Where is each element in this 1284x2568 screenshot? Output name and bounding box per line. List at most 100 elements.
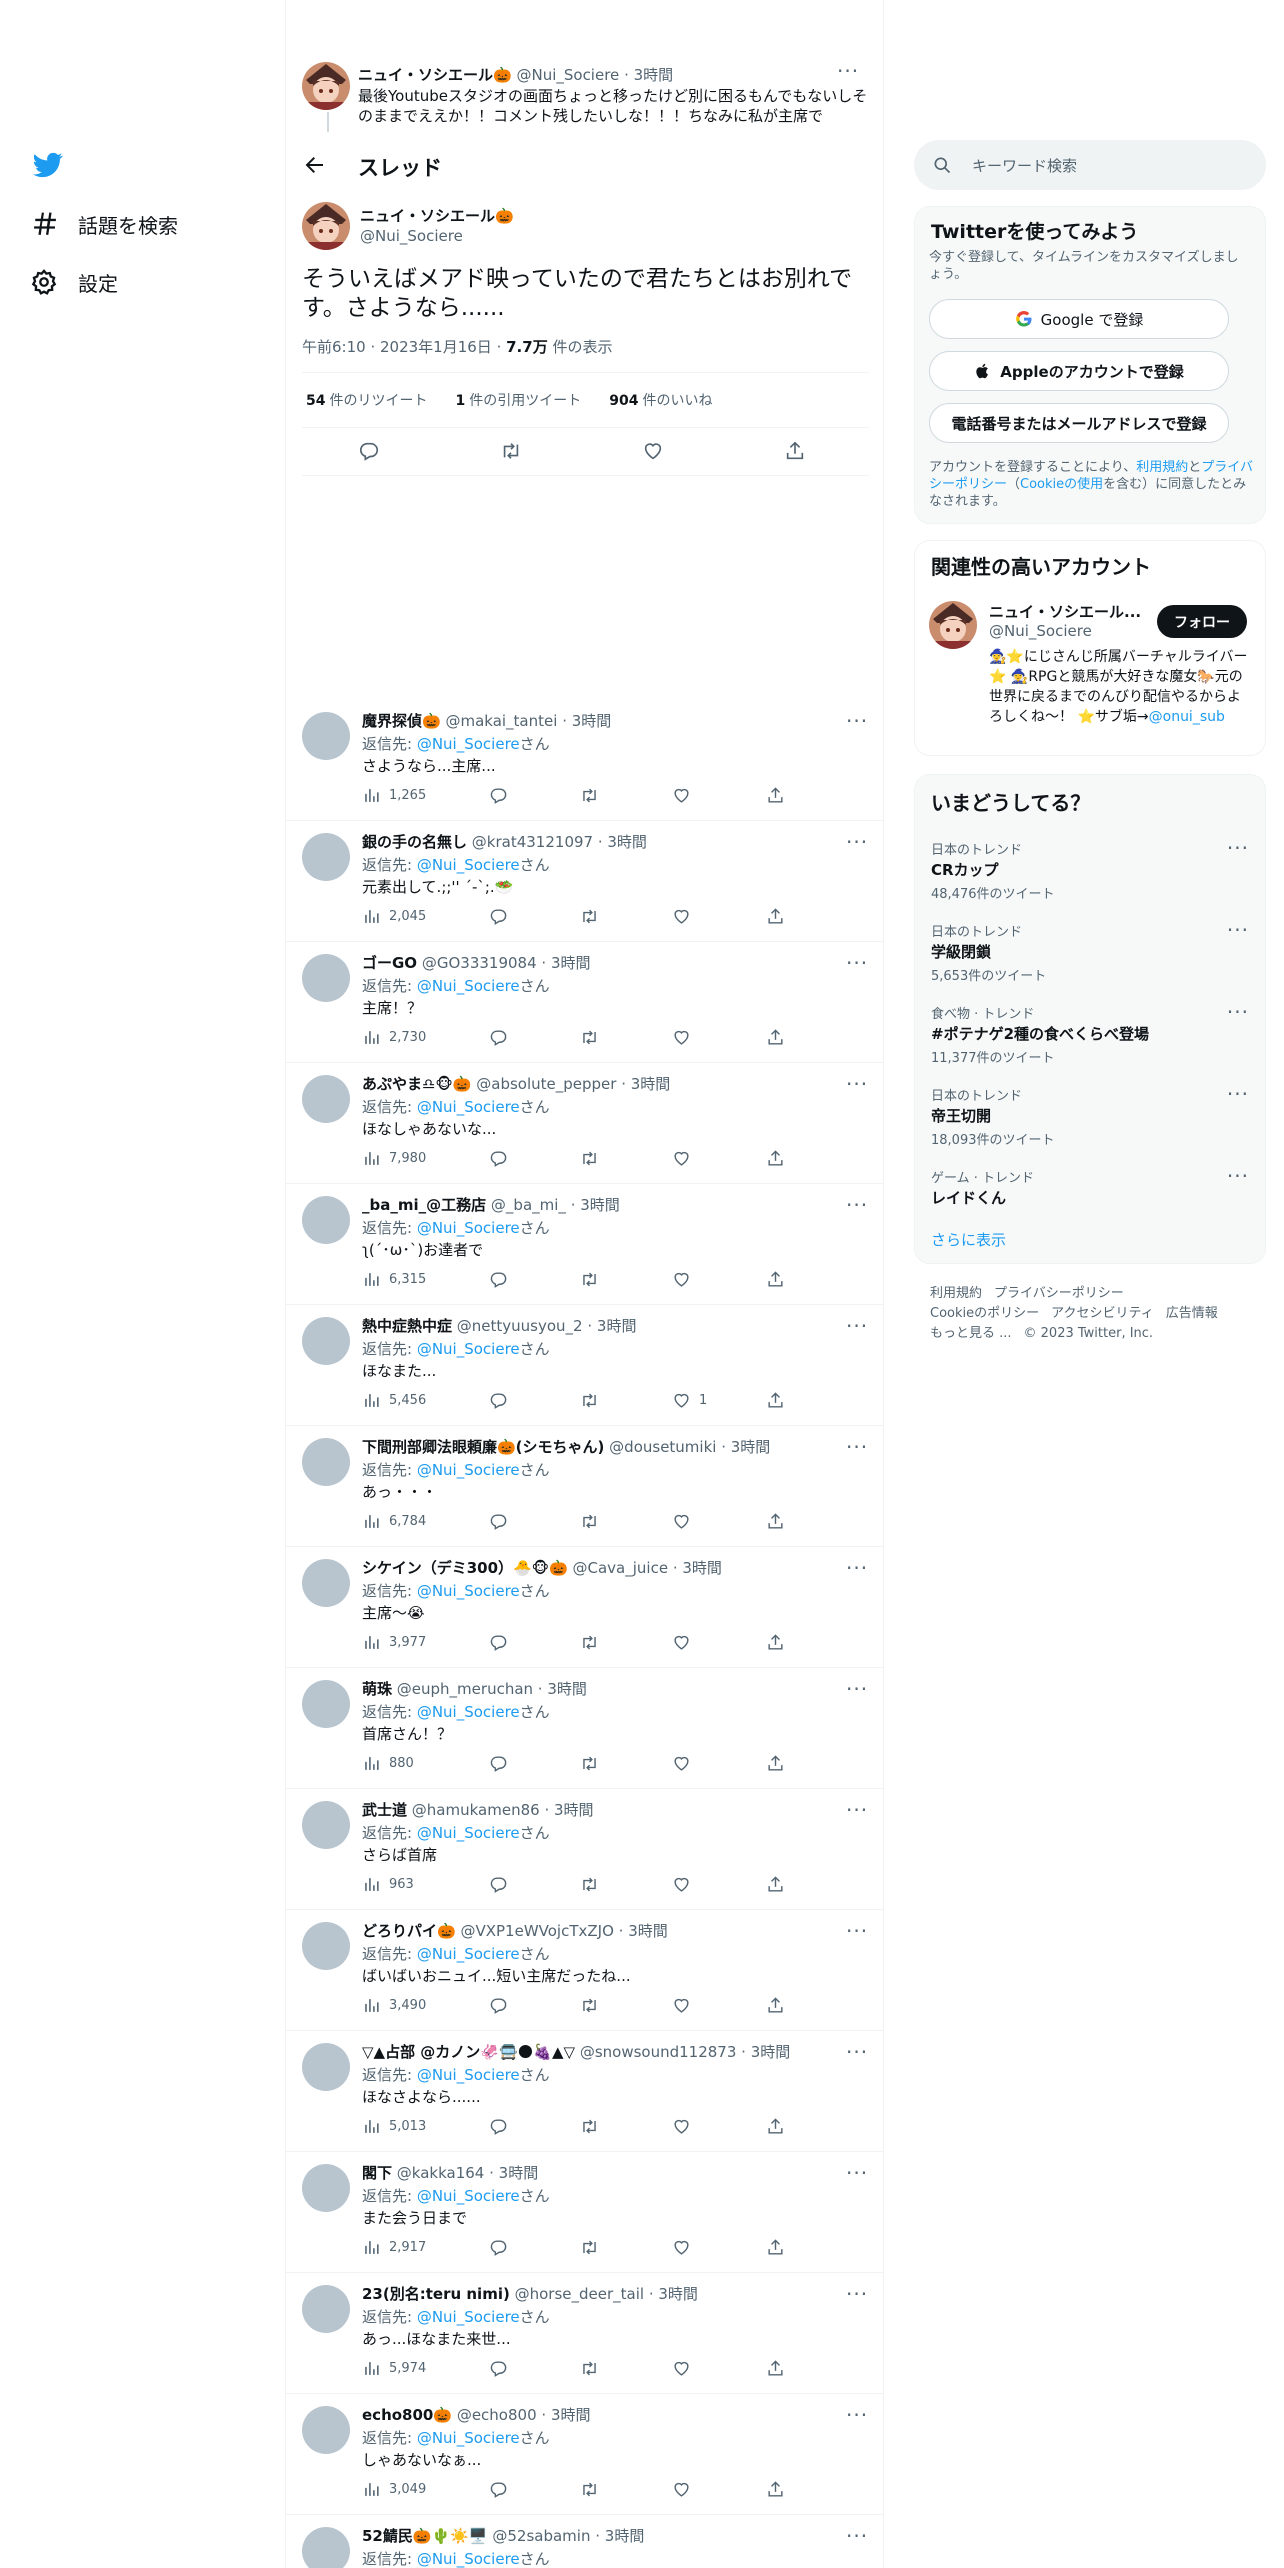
author-handle[interactable]: @nettyuusyou_2 (457, 1317, 583, 1335)
mention-link[interactable]: @Nui_Sociere (417, 977, 520, 995)
avatar[interactable] (302, 1801, 350, 1849)
retweet-button[interactable] (580, 1389, 607, 1411)
tweet-time[interactable]: 3時間 (682, 1559, 722, 1577)
like-button[interactable] (672, 1994, 699, 2016)
author-name[interactable]: 23(別名:teru nimi) (362, 2285, 510, 2303)
retweet-button[interactable] (580, 1147, 607, 1169)
share-button[interactable] (766, 1268, 793, 1290)
views-button[interactable]: 963 (362, 1873, 414, 1895)
author-handle[interactable]: @VXP1eWVojcTxZJO (460, 1922, 613, 1940)
related-account-name[interactable]: ニュイ・ソシエール... (989, 601, 1141, 622)
author-handle[interactable]: @hamukamen86 (412, 1801, 540, 1819)
share-button[interactable] (766, 784, 793, 806)
reply-tweet[interactable]: 熱中症熱中症 @nettyuusyou_2 · 3時間 ··· 返信先: @Nui_… (286, 1305, 883, 1426)
views-button[interactable]: 1,265 (362, 784, 426, 806)
more-icon[interactable]: ··· (846, 953, 868, 973)
views-button[interactable]: 3,490 (362, 1994, 426, 2016)
reply-button[interactable] (489, 2236, 516, 2258)
author-handle[interactable]: @horse_deer_tail (515, 2285, 644, 2303)
tweet-time[interactable]: 3時間 (751, 2043, 791, 2061)
like-button[interactable] (672, 2236, 699, 2258)
share-button[interactable] (766, 2236, 793, 2258)
author-name[interactable]: 武士道 (362, 1801, 407, 1819)
author-name[interactable]: 萌珠 (362, 1680, 392, 1698)
retweet-button[interactable] (580, 1268, 607, 1290)
like-button[interactable] (672, 905, 699, 927)
footer-privacy-link[interactable]: プライバシーポリシー (994, 1286, 1124, 1301)
retweet-button[interactable] (580, 1631, 607, 1653)
like-button[interactable] (672, 1873, 699, 1895)
like-button[interactable] (642, 440, 666, 464)
author-name[interactable]: ▽▲占部 @カノン🦑🚍🌑🍇▲▽ (362, 2043, 575, 2061)
related-account-handle[interactable]: @Nui_Sociere (989, 622, 1092, 640)
mention-link[interactable]: @Nui_Sociere (417, 2308, 520, 2326)
reply-tweet[interactable]: 23(別名:teru nimi) @horse_deer_tail · 3時間 ·… (286, 2273, 883, 2394)
tweet-time[interactable]: 3時間 (572, 712, 612, 730)
author-name[interactable]: 銀の手の名無し (362, 833, 467, 851)
avatar[interactable] (302, 2406, 350, 2454)
share-button[interactable] (766, 1510, 793, 1532)
tweet-time[interactable]: 3時間 (554, 1801, 594, 1819)
retweet-stat[interactable]: 54 件のリツイート (306, 390, 427, 410)
parent-tweet[interactable]: ニュイ・ソシエール🎃 @Nui_Sociere · 3時間 ··· 最後Yout… (302, 62, 869, 144)
author-handle[interactable]: @snowsound112873 (580, 2043, 737, 2061)
retweet-button[interactable] (580, 2115, 607, 2137)
more-icon[interactable]: ··· (1227, 920, 1249, 940)
views-button[interactable]: 880 (362, 1752, 414, 1774)
more-icon[interactable]: ··· (846, 2526, 868, 2546)
share-button[interactable] (784, 440, 808, 464)
share-button[interactable] (766, 1873, 793, 1895)
share-button[interactable] (766, 1389, 793, 1411)
author-name[interactable]: シケイン（デミ300）🐣🐵🎃 (362, 1559, 568, 1577)
reply-tweet[interactable]: ▽▲占部 @カノン🦑🚍🌑🍇▲▽ @snowsound112873 · 3時間 ··… (286, 2031, 883, 2152)
footer-more-link[interactable]: もっと見る ... (930, 1326, 1012, 1341)
mention-link[interactable]: @Nui_Sociere (417, 1219, 520, 1237)
tweet-time[interactable]: 3時間 (658, 2285, 698, 2303)
avatar[interactable] (302, 1196, 350, 1244)
tweet-time[interactable]: 3時間 (605, 2527, 645, 2545)
nav-explore[interactable]: 話題を検索 (30, 204, 178, 244)
reply-button[interactable] (489, 2478, 516, 2500)
more-icon[interactable]: ··· (846, 711, 868, 731)
twitter-logo-icon[interactable] (30, 150, 66, 180)
like-button[interactable] (672, 1631, 699, 1653)
author-name[interactable]: 下間刑部卿法眼頼廉🎃(シモちゃん) (362, 1438, 604, 1456)
avatar[interactable] (302, 2043, 350, 2091)
share-button[interactable] (766, 1147, 793, 1169)
retweet-button[interactable] (580, 784, 607, 806)
avatar[interactable] (302, 2164, 350, 2212)
reply-button[interactable] (358, 440, 382, 464)
author-handle[interactable]: @GO33319084 (422, 954, 537, 972)
author-handle[interactable]: @_ba_mi_ (491, 1196, 566, 1214)
reply-button[interactable] (489, 2357, 516, 2379)
avatar[interactable] (302, 1680, 350, 1728)
mention-link[interactable]: @Nui_Sociere (417, 2066, 520, 2084)
reply-button[interactable] (489, 905, 516, 927)
reply-tweet[interactable]: 下間刑部卿法眼頼廉🎃(シモちゃん) @dousetumiki · 3時間 ··· 返… (286, 1426, 883, 1547)
more-icon[interactable]: ··· (846, 1437, 868, 1457)
reply-button[interactable] (489, 1752, 516, 1774)
avatar[interactable] (302, 712, 350, 760)
retweet-button[interactable] (500, 440, 524, 464)
reply-button[interactable] (489, 2115, 516, 2137)
back-arrow-icon[interactable] (302, 153, 326, 177)
like-button[interactable] (672, 784, 699, 806)
avatar[interactable] (302, 2285, 350, 2333)
share-button[interactable] (766, 2115, 793, 2137)
reply-tweet[interactable]: 萌珠 @euph_meruchan · 3時間 ··· 返信先: @Nui_Soci… (286, 1668, 883, 1789)
share-button[interactable] (766, 2478, 793, 2500)
footer-accessibility-link[interactable]: アクセシビリティ (1051, 1306, 1154, 1321)
reply-tweet[interactable]: 魔界探偵🎃 @makai_tantei · 3時間 ··· 返信先: @Nui_So… (286, 700, 883, 821)
more-icon[interactable]: ··· (846, 1921, 868, 1941)
trend-item[interactable]: 日本のトレンド CRカップ 48,476件のツイート ··· (915, 827, 1265, 909)
author-name[interactable]: ゴーGO (362, 954, 417, 972)
share-button[interactable] (766, 1752, 793, 1774)
reply-tweet[interactable]: 閣下 @kakka164 · 3時間 ··· 返信先: @Nui_Sociereさん… (286, 2152, 883, 2273)
views-button[interactable]: 2,045 (362, 905, 426, 927)
more-icon[interactable]: ··· (846, 1195, 868, 1215)
footer-ads-link[interactable]: 広告情報 (1166, 1306, 1218, 1321)
views-button[interactable]: 5,456 (362, 1389, 426, 1411)
quote-stat[interactable]: 1 件の引用ツイート (455, 390, 581, 410)
author-handle[interactable]: @euph_meruchan (397, 1680, 533, 1698)
avatar[interactable] (929, 601, 977, 649)
